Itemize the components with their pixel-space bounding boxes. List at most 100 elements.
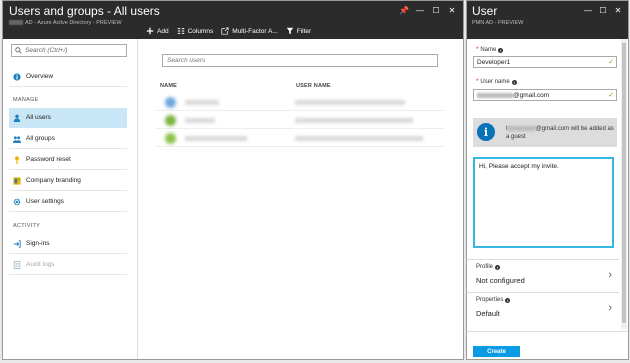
branding-icon — [13, 176, 21, 185]
table-row[interactable] — [155, 112, 445, 129]
pin-icon[interactable]: 📌 — [399, 5, 409, 15]
nav-user-settings-label: User settings — [26, 198, 64, 205]
window-controls: — ☐ ✕ — [583, 5, 623, 15]
avatar — [165, 115, 176, 126]
blade-title: Users and groups - All users — [9, 4, 160, 18]
minimize-icon[interactable]: — — [583, 5, 593, 15]
nav-user-settings[interactable]: User settings — [9, 192, 127, 212]
columns-button[interactable]: Columns — [177, 27, 213, 35]
redacted-username — [295, 136, 423, 141]
nav-audit-logs[interactable]: Audit logs — [9, 255, 127, 275]
activity-section-header: ACTIVITY — [13, 223, 41, 229]
username-field[interactable]: @gmail.com ✓ — [473, 89, 617, 101]
redacted-tenant — [9, 20, 23, 26]
nav-audit-logs-label: Audit logs — [26, 261, 55, 268]
name-label-text: Name — [480, 47, 497, 53]
add-label: Add — [157, 27, 169, 35]
manage-section-header: MANAGE — [13, 97, 39, 103]
columns-icon — [177, 28, 184, 34]
guest-info-message: t@gmail.com will be added as a guest — [506, 125, 614, 141]
nav-all-users[interactable]: All users — [9, 108, 127, 128]
mfa-button[interactable]: Multi-Factor A... — [221, 27, 278, 35]
create-button[interactable]: Create — [473, 346, 520, 357]
chevron-right-icon: › — [608, 269, 612, 281]
filter-button[interactable]: Filter — [286, 27, 311, 35]
users-search-input[interactable]: Search users — [162, 54, 438, 67]
nav-company-branding[interactable]: Company branding — [9, 171, 127, 191]
nav-overview-label: Overview — [26, 73, 54, 80]
check-icon: ✓ — [608, 92, 614, 99]
properties-label: Properties i — [476, 297, 511, 303]
nav-sign-ins-label: Sign-ins — [26, 240, 50, 247]
redacted-name — [185, 136, 247, 141]
menu-search-placeholder: Search (Ctrl+/) — [25, 47, 68, 54]
name-label: * Name i — [476, 47, 504, 53]
name-value: Developer1 — [477, 58, 511, 66]
username-label: * User name i — [476, 79, 517, 85]
minimize-icon[interactable]: — — [415, 5, 425, 15]
info-icon[interactable]: i — [495, 264, 501, 270]
profile-value: Not configured — [476, 276, 525, 285]
properties-selector[interactable]: Properties i Default › — [467, 292, 619, 324]
blade-footer: Create — [467, 331, 628, 359]
mfa-label: Multi-Factor A... — [232, 27, 278, 35]
nav-overview[interactable]: Overview — [9, 67, 127, 87]
menu-search-input[interactable]: Search (Ctrl+/) — [11, 44, 127, 57]
nav-all-groups-label: All groups — [26, 135, 55, 142]
guest-info-banner: i t@gmail.com will be added as a guest — [473, 118, 617, 147]
nav-all-groups[interactable]: All groups — [9, 129, 127, 149]
gear-icon — [13, 198, 21, 206]
nav-password-reset[interactable]: Password reset — [9, 150, 127, 170]
redacted-username — [295, 100, 405, 105]
close-icon[interactable]: ✕ — [613, 5, 623, 15]
blade-header: Users and groups - All users AD - Azure … — [3, 1, 463, 39]
blade-subtitle: AD - Azure Active Directory - PREVIEW — [9, 20, 122, 26]
table-row[interactable] — [155, 94, 445, 111]
external-link-icon — [221, 27, 229, 35]
redacted-name — [185, 100, 219, 105]
blade-subtitle-text: AD - Azure Active Directory - PREVIEW — [25, 20, 122, 26]
search-icon — [15, 47, 22, 54]
info-icon[interactable]: i — [505, 297, 511, 303]
redacted-email-local — [477, 92, 513, 98]
redacted-email — [507, 125, 536, 131]
add-button[interactable]: Add — [146, 27, 169, 35]
blade-header: User PMN AD - PREVIEW — ☐ ✕ — [467, 1, 628, 39]
maximize-icon[interactable]: ☐ — [598, 5, 608, 15]
profile-selector[interactable]: Profile i Not configured › — [467, 259, 619, 291]
info-icon[interactable]: i — [498, 47, 504, 53]
sign-in-icon — [13, 239, 21, 248]
close-icon[interactable]: ✕ — [447, 5, 457, 15]
toolbar: Add Columns Multi-Factor A... Filter — [146, 23, 311, 39]
profile-label-text: Profile — [476, 264, 494, 270]
name-field[interactable]: Developer1 ✓ — [473, 56, 617, 68]
blade-title: User — [472, 4, 498, 18]
chevron-right-icon: › — [608, 302, 612, 314]
column-header-username[interactable]: USER NAME — [296, 83, 331, 89]
nav-password-reset-label: Password reset — [26, 156, 71, 163]
required-marker: * — [476, 79, 479, 85]
table-row[interactable] — [155, 130, 445, 147]
key-icon — [13, 155, 21, 164]
column-header-name[interactable]: NAME — [160, 83, 177, 89]
nav-sign-ins[interactable]: Sign-ins — [9, 234, 127, 254]
user-icon — [13, 114, 21, 122]
redacted-name — [185, 118, 215, 123]
username-suffix: @gmail.com — [513, 91, 550, 99]
scrollbar-thumb[interactable] — [622, 43, 626, 323]
filter-icon — [286, 27, 293, 35]
new-user-blade: User PMN AD - PREVIEW — ☐ ✕ * Name i Dev… — [466, 0, 629, 360]
info-icon[interactable]: i — [511, 79, 517, 85]
required-marker: * — [476, 47, 479, 53]
group-icon — [13, 135, 21, 143]
maximize-icon[interactable]: ☐ — [431, 5, 441, 15]
invite-message-textarea[interactable]: Hi, Please accept my invite. — [473, 157, 614, 248]
log-icon — [13, 260, 21, 269]
resource-menu: Search (Ctrl+/) Overview MANAGE All user… — [3, 39, 138, 359]
check-icon: ✓ — [608, 59, 614, 66]
blade-scrollbar[interactable] — [621, 39, 627, 329]
properties-label-text: Properties — [476, 297, 504, 303]
redacted-username — [295, 118, 413, 123]
users-groups-blade: Users and groups - All users AD - Azure … — [2, 0, 464, 360]
nav-company-branding-label: Company branding — [26, 177, 81, 184]
